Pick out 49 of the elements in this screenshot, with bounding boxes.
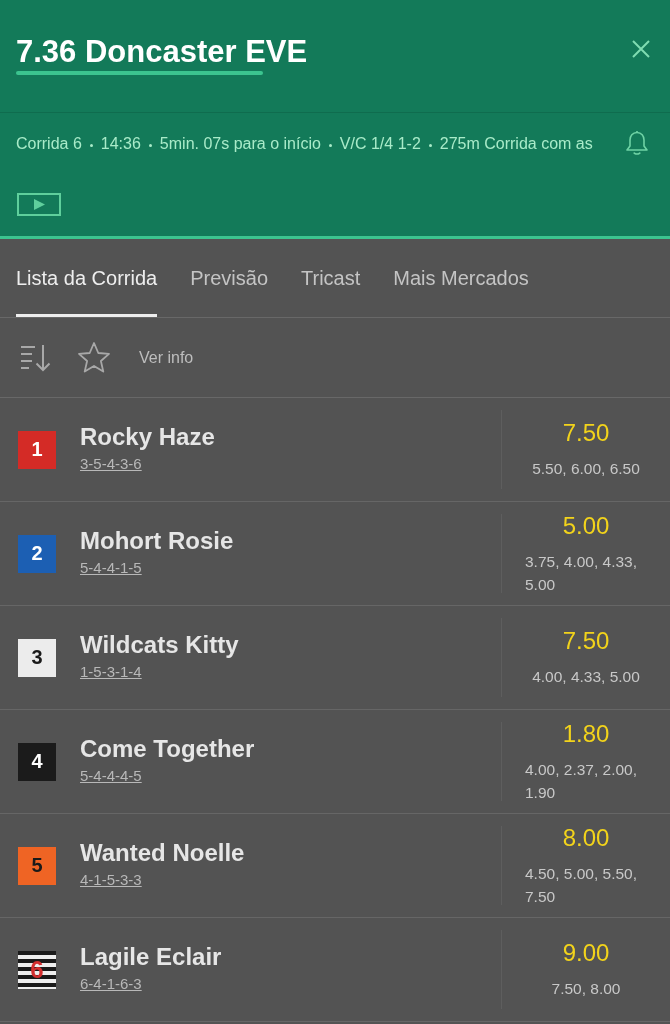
form-link[interactable]: 1-5-3-1-4 — [80, 661, 142, 682]
place-odds: 4.00, 2.37, 2.00, 1.90 — [525, 759, 639, 803]
form-link[interactable]: 5-4-4-4-5 — [80, 765, 142, 786]
tab[interactable]: Tricast — [301, 239, 361, 317]
form-link[interactable]: 5-4-4-1-5 — [80, 557, 142, 578]
win-odds-button[interactable]: 7.50 — [562, 627, 610, 655]
saddle-cloth: 2 — [18, 534, 56, 573]
runner-name: Wanted Noelle — [80, 837, 245, 868]
separator-dot-icon — [328, 144, 332, 147]
sort-icon[interactable] — [20, 342, 52, 373]
place-odds: 4.00, 4.33, 5.00 — [532, 667, 640, 687]
race-info-text: 5min. 07s para o início — [159, 134, 321, 153]
separator-dot-icon — [428, 144, 432, 147]
saddle-cloth: 3 — [18, 638, 56, 677]
place-odds: 5.50, 6.00, 6.50 — [532, 459, 640, 479]
win-odds-button[interactable]: 7.50 — [562, 419, 610, 447]
win-odds-button[interactable]: 8.00 — [562, 823, 610, 852]
saddle-cloth: 1 — [18, 430, 56, 469]
separator-dot-icon — [89, 144, 93, 147]
runner-name: Rocky Haze — [80, 421, 215, 452]
saddle-cloth: 5 — [18, 846, 56, 885]
runner-name: Lagile Eclair — [80, 941, 222, 972]
form-link[interactable]: 6-4-1-6-3 — [80, 973, 142, 994]
view-info-link[interactable]: Ver info — [139, 348, 194, 367]
separator-dot-icon — [148, 144, 152, 147]
close-icon[interactable] — [632, 40, 650, 58]
win-odds-button[interactable]: 5.00 — [562, 511, 610, 540]
race-title: 7.36 Doncaster EVE — [16, 33, 308, 71]
favorite-star-icon[interactable] — [77, 340, 111, 375]
place-odds: 7.50, 8.00 — [551, 979, 621, 999]
runner-name: Mohort Rosie — [80, 525, 234, 556]
place-odds: 3.75, 4.00, 4.33, 5.00 — [525, 551, 639, 595]
runner-name: Wildcats Kitty — [80, 629, 239, 660]
form-link[interactable]: 4-1-5-3-3 — [80, 869, 142, 890]
win-odds-button[interactable]: 1.80 — [562, 719, 610, 748]
runner-name: Come Together — [80, 733, 255, 764]
tab[interactable]: Lista da Corrida — [16, 239, 158, 317]
tab[interactable]: Mais Mercados — [393, 239, 529, 317]
race-info-text: 275m Corrida com as — [439, 134, 593, 153]
bell-icon[interactable] — [624, 130, 650, 157]
race-info-text: 14:36 — [100, 134, 141, 153]
place-odds: 4.50, 5.00, 5.50, 7.50 — [525, 863, 639, 907]
video-play-icon[interactable] — [17, 193, 61, 216]
race-info-text: V/C 1/4 1-2 — [339, 134, 421, 153]
race-info-text: Corrida 6 — [16, 134, 82, 153]
tab[interactable]: Previsão — [190, 239, 268, 317]
form-link[interactable]: 3-5-4-3-6 — [80, 453, 142, 474]
win-odds-button[interactable]: 9.00 — [562, 939, 610, 967]
saddle-cloth: 4 — [18, 742, 56, 781]
